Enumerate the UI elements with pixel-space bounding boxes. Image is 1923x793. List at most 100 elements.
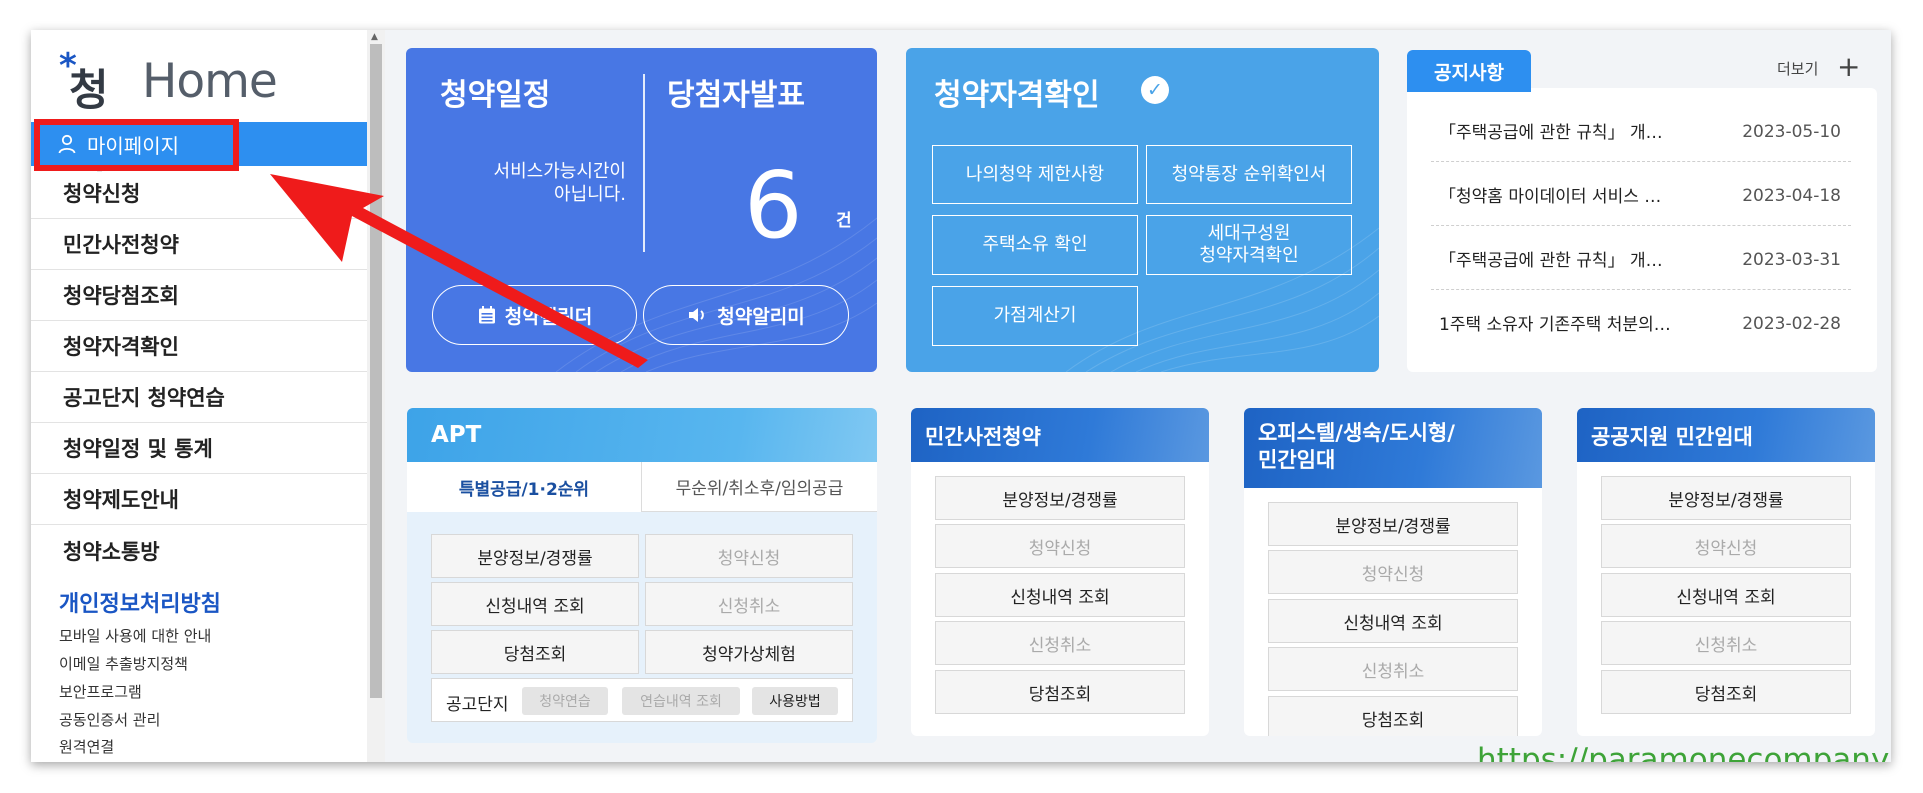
household-line2: 청약자격확인 (1199, 245, 1299, 266)
notice-panel: 「주택공급에 관한 규칙」 개… 2023-05-10 「청약홈 마이데이터 서… (1407, 88, 1877, 372)
speaker-icon (689, 308, 705, 322)
schedule-title[interactable]: 청약일정 (440, 70, 550, 114)
pre-sale-info-button[interactable]: 분양정보/경쟁률 (935, 476, 1185, 520)
practice-chip[interactable]: 청약연습 (522, 687, 608, 715)
officetel-sale-info-button[interactable]: 분양정보/경쟁률 (1268, 502, 1518, 546)
divider (643, 74, 645, 252)
apt-apply-button[interactable]: 청약신청 (645, 534, 853, 578)
practice-history-chip[interactable]: 연습내역 조회 (622, 687, 740, 715)
officetel-history-button[interactable]: 신청내역 조회 (1268, 599, 1518, 643)
scrollbar-thumb[interactable] (370, 44, 382, 698)
schedule-card: 청약일정 당첨자발표 서비스가능시간이 아닙니다. 6 건 청약캘린더 청약알리… (406, 48, 877, 372)
qualification-title: 청약자격확인 (934, 78, 1100, 113)
house-ownership-button[interactable]: 주택소유 확인 (932, 215, 1138, 275)
sidebar-link-mobile[interactable]: 모바일 사용에 대한 안내 (59, 625, 211, 646)
notice-date: 2023-02-28 (1742, 314, 1841, 334)
household-qualification-button[interactable]: 세대구성원 청약자격확인 (1146, 215, 1352, 275)
nav-item-apply[interactable]: 청약신청 (31, 168, 367, 219)
notice-title[interactable]: 1주택 소유자 기존주택 처분의… (1439, 310, 1709, 335)
officetel-apply-button[interactable]: 청약신청 (1268, 550, 1518, 594)
notice-date: 2023-03-31 (1742, 250, 1841, 270)
apt-card: APT 특별공급/1·2순위 무순위/취소후/임의공급 분양정보/경쟁률 청약신… (407, 408, 877, 743)
service-message-line2: 아닙니다. (554, 184, 626, 205)
pre-apply-button[interactable]: 청약신청 (935, 524, 1185, 568)
rental-cancel-button[interactable]: 신청취소 (1601, 621, 1851, 665)
tab-special-supply[interactable]: 특별공급/1·2순위 (407, 462, 641, 512)
rental-history-button[interactable]: 신청내역 조회 (1601, 573, 1851, 617)
public-rental-card: 공공지원 민간임대 분양정보/경쟁률 청약신청 신청내역 조회 신청취소 당첨조… (1577, 408, 1875, 736)
point-calculator-button[interactable]: 가점계산기 (932, 286, 1138, 346)
apt-history-button[interactable]: 신청내역 조회 (431, 582, 639, 626)
practice-label: 공고단지 (446, 695, 509, 715)
pre-cancel-button[interactable]: 신청취소 (935, 621, 1185, 665)
calendar-button[interactable]: 청약캘린더 (432, 285, 637, 345)
apt-cancel-button[interactable]: 신청취소 (645, 582, 853, 626)
sidebar-link-security[interactable]: 보안프로그램 (59, 681, 142, 702)
tab-no-rank-supply[interactable]: 무순위/취소후/임의공급 (641, 462, 877, 512)
my-restriction-button[interactable]: 나의청약 제한사항 (932, 145, 1138, 204)
officetel-title-line1: 오피스텔/생숙/도시형/ (1258, 421, 1455, 445)
notice-title[interactable]: 「주택공급에 관한 규칙」 개… (1439, 246, 1709, 271)
rental-win-check-button[interactable]: 당첨조회 (1601, 670, 1851, 714)
check-icon: ✓ (1141, 76, 1169, 104)
nav-item-schedule-stats[interactable]: 청약일정 및 통계 (31, 423, 367, 474)
highlight-box (34, 119, 239, 171)
sidebar: * 청약 Home 마이페이지 청약신청 민간사전청약 청약당첨조회 청약자격확… (31, 30, 367, 762)
browser-viewport: * 청약 Home 마이페이지 청약신청 민간사전청약 청약당첨조회 청약자격확… (31, 30, 1891, 762)
alarm-button[interactable]: 청약알리미 (643, 285, 849, 345)
notice-row[interactable]: 「주택공급에 관한 규칙」 개… 2023-05-10 (1431, 98, 1851, 162)
notice-title[interactable]: 「청약홈 마이데이터 서비스 … (1439, 182, 1709, 207)
private-pre-card: 민간사전청약 분양정보/경쟁률 청약신청 신청내역 조회 신청취소 당첨조회 (911, 408, 1209, 736)
apt-practice-row: 공고단지 청약연습 연습내역 조회 사용방법 (431, 678, 853, 722)
scroll-up-icon[interactable]: ▲ (371, 32, 378, 42)
winner-announce-title[interactable]: 당첨자발표 (667, 70, 805, 114)
account-rank-button[interactable]: 청약통장 순위확인서 (1146, 145, 1352, 204)
nav-item-private-pre[interactable]: 민간사전청약 (31, 219, 367, 270)
alarm-button-label: 청약알리미 (717, 305, 805, 328)
officetel-title-line2: 민간임대 (1258, 448, 1336, 472)
notice-section: 「주택공급에 관한 규칙」 개… 2023-05-10 「청약홈 마이데이터 서… (1407, 50, 1877, 372)
plus-icon[interactable]: + (1837, 50, 1860, 83)
rental-sale-info-button[interactable]: 분양정보/경쟁률 (1601, 476, 1851, 520)
apt-sale-info-button[interactable]: 분양정보/경쟁률 (431, 534, 639, 578)
usage-guide-chip[interactable]: 사용방법 (752, 687, 838, 715)
apt-win-check-button[interactable]: 당첨조회 (431, 630, 639, 674)
pre-history-button[interactable]: 신청내역 조회 (935, 573, 1185, 617)
apt-title: APT (407, 408, 877, 462)
nav-item-community[interactable]: 청약소통방 (31, 525, 367, 576)
sidebar-link-remote[interactable]: 원격연결 (59, 736, 114, 757)
nav-item-guide[interactable]: 청약제도안내 (31, 474, 367, 525)
nav-item-practice[interactable]: 공고단지 청약연습 (31, 372, 367, 423)
more-link[interactable]: 더보기 (1777, 58, 1818, 79)
apt-virtual-button[interactable]: 청약가상체험 (645, 630, 853, 674)
service-message: 서비스가능시간이 아닙니다. (426, 160, 626, 206)
qualification-card: 청약자격확인 ✓ 나의청약 제한사항 청약통장 순위확인서 주택소유 확인 세대… (906, 48, 1379, 372)
nav-item-win-check[interactable]: 청약당첨조회 (31, 270, 367, 321)
rental-apply-button[interactable]: 청약신청 (1601, 524, 1851, 568)
winner-count-unit: 건 (836, 211, 852, 231)
household-line1: 세대구성원 (1207, 223, 1291, 244)
notice-date: 2023-05-10 (1742, 122, 1841, 142)
notice-tab[interactable]: 공지사항 (1407, 50, 1531, 92)
winner-count[interactable]: 6 (744, 152, 803, 259)
sidebar-link-email[interactable]: 이메일 추출방지정책 (59, 653, 188, 674)
notice-title[interactable]: 「주택공급에 관한 규칙」 개… (1439, 118, 1709, 143)
officetel-cancel-button[interactable]: 신청취소 (1268, 647, 1518, 691)
nav-item-qualification[interactable]: 청약자격확인 (31, 321, 367, 372)
officetel-win-check-button[interactable]: 당첨조회 (1268, 696, 1518, 736)
pre-win-check-button[interactable]: 당첨조회 (935, 670, 1185, 714)
officetel-card: 오피스텔/생숙/도시형/ 민간임대 분양정보/경쟁률 청약신청 신청내역 조회 … (1244, 408, 1542, 736)
notice-row[interactable]: 「주택공급에 관한 규칙」 개… 2023-03-31 (1431, 226, 1851, 290)
calendar-button-label: 청약캘린더 (504, 305, 593, 328)
service-message-line1: 서비스가능시간이 (493, 161, 626, 182)
public-rental-title: 공공지원 민간임대 (1577, 408, 1875, 462)
notice-row[interactable]: 「청약홈 마이데이터 서비스 … 2023-04-18 (1431, 162, 1851, 226)
watermark-url: https://paramonecompany.com/ (1477, 742, 1891, 762)
privacy-policy-link[interactable]: 개인정보처리방침 (59, 586, 221, 618)
sidebar-link-certificate[interactable]: 공동인증서 관리 (59, 709, 160, 730)
calendar-icon (478, 306, 495, 324)
notice-row[interactable]: 1주택 소유자 기존주택 처분의… 2023-02-28 (1431, 290, 1851, 354)
sidebar-scrollbar[interactable]: ▲ (367, 30, 385, 762)
private-pre-title: 민간사전청약 (911, 408, 1209, 462)
notice-date: 2023-04-18 (1742, 186, 1841, 206)
